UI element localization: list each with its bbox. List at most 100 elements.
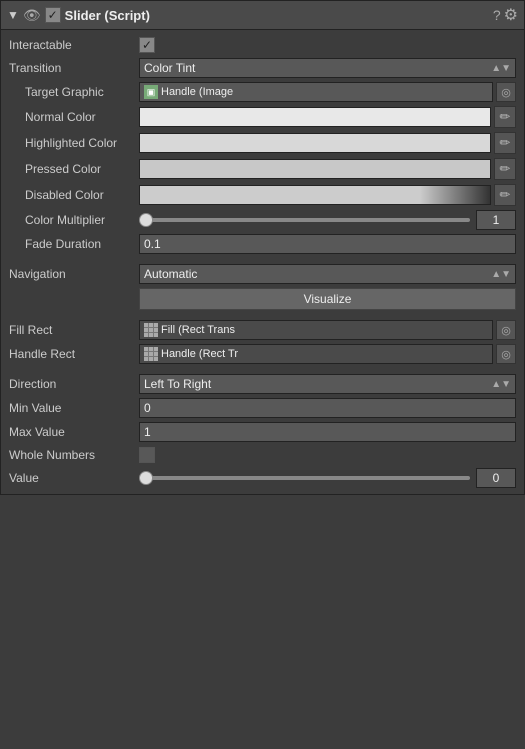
highlighted-color-field[interactable] <box>139 133 491 153</box>
direction-arrow: ▲▼ <box>491 379 511 390</box>
target-graphic-row: Target Graphic ▣ Handle (Image ◎ <box>1 80 524 104</box>
normal-color-field[interactable] <box>139 107 491 127</box>
header-icons: ? ⚙ <box>493 5 518 25</box>
transition-arrow: ▲▼ <box>491 63 511 74</box>
transition-dropdown[interactable]: Color Tint ▲▼ <box>139 58 516 78</box>
gear-icon[interactable]: ⚙ <box>504 5 518 25</box>
color-multiplier-slider-row <box>139 210 516 230</box>
min-value-control <box>139 398 516 418</box>
pressed-color-field[interactable] <box>139 159 491 179</box>
navigation-dropdown[interactable]: Automatic ▲▼ <box>139 264 516 284</box>
navigation-label: Navigation <box>9 267 139 281</box>
whole-numbers-control <box>139 447 516 463</box>
target-graphic-target-btn[interactable]: ◎ <box>496 82 516 102</box>
transition-control: Color Tint ▲▼ <box>139 58 516 78</box>
target-graphic-label: Target Graphic <box>25 85 139 99</box>
highlighted-color-label: Highlighted Color <box>25 136 139 150</box>
interactable-checkbox[interactable]: ✓ <box>139 37 155 53</box>
direction-control: Left To Right ▲▼ <box>139 374 516 394</box>
fill-rect-label: Fill Rect <box>9 323 139 337</box>
color-multiplier-label: Color Multiplier <box>25 213 139 227</box>
panel-header: ▼ 👁 ✓ Slider (Script) ? ⚙ <box>1 1 524 30</box>
handle-rect-control: Handle (Rect Tr ◎ <box>139 344 516 364</box>
navigation-row: Navigation Automatic ▲▼ <box>1 262 524 286</box>
value-row: Value <box>1 466 524 490</box>
value-input[interactable] <box>476 468 516 488</box>
target-graphic-value: Handle (Image <box>161 86 233 98</box>
navigation-value: Automatic <box>144 267 197 281</box>
target-graphic-field[interactable]: ▣ Handle (Image <box>139 82 493 102</box>
value-track[interactable] <box>139 476 470 480</box>
eye-icon[interactable]: 👁 <box>23 7 41 24</box>
transition-value: Color Tint <box>144 61 195 75</box>
min-value-row: Min Value <box>1 396 524 420</box>
visualize-control: Visualize <box>139 288 516 310</box>
direction-label: Direction <box>9 377 139 391</box>
disabled-color-pencil[interactable]: ✏ <box>494 184 516 206</box>
disabled-color-row: Disabled Color ✏ <box>1 182 524 208</box>
normal-color-control: ✏ <box>139 106 516 128</box>
help-icon[interactable]: ? <box>493 7 501 23</box>
pressed-color-label: Pressed Color <box>25 162 139 176</box>
fade-duration-input[interactable] <box>139 234 516 254</box>
whole-numbers-row: Whole Numbers <box>1 444 524 466</box>
pressed-color-pencil[interactable]: ✏ <box>494 158 516 180</box>
interactable-control: ✓ <box>139 37 516 53</box>
target-graphic-control: ▣ Handle (Image ◎ <box>139 82 516 102</box>
fill-rect-control: Fill (Rect Trans ◎ <box>139 320 516 340</box>
highlighted-color-pencil[interactable]: ✏ <box>494 132 516 154</box>
panel-body: Interactable ✓ Transition Color Tint ▲▼ … <box>1 30 524 494</box>
value-control <box>139 468 516 488</box>
fade-duration-label: Fade Duration <box>25 237 139 251</box>
pressed-color-row: Pressed Color ✏ <box>1 156 524 182</box>
min-value-label: Min Value <box>9 401 139 415</box>
handle-rect-label: Handle Rect <box>9 347 139 361</box>
handle-rect-field[interactable]: Handle (Rect Tr <box>139 344 493 364</box>
value-label: Value <box>9 471 139 485</box>
color-multiplier-thumb[interactable] <box>139 213 153 227</box>
transition-label: Transition <box>9 61 139 75</box>
disabled-color-label: Disabled Color <box>25 188 139 202</box>
highlighted-color-control: ✏ <box>139 132 516 154</box>
color-multiplier-row: Color Multiplier <box>1 208 524 232</box>
normal-color-row: Normal Color ✏ <box>1 104 524 130</box>
color-multiplier-track[interactable] <box>139 218 470 222</box>
normal-color-label: Normal Color <box>25 110 139 124</box>
max-value-row: Max Value <box>1 420 524 444</box>
navigation-control: Automatic ▲▼ <box>139 264 516 284</box>
active-checkbox[interactable]: ✓ <box>45 7 61 23</box>
fill-rect-row: Fill Rect Fill (Rect Trans ◎ <box>1 318 524 342</box>
color-multiplier-input[interactable] <box>476 210 516 230</box>
disabled-color-field[interactable] <box>139 185 491 205</box>
handle-rect-value: Handle (Rect Tr <box>161 348 238 360</box>
direction-dropdown[interactable]: Left To Right ▲▼ <box>139 374 516 394</box>
handle-rect-target-btn[interactable]: ◎ <box>496 344 516 364</box>
direction-value: Left To Right <box>144 377 211 391</box>
panel-title: Slider (Script) <box>65 8 489 23</box>
fill-rect-field[interactable]: Fill (Rect Trans <box>139 320 493 340</box>
target-graphic-icon: ▣ <box>144 85 158 99</box>
normal-color-pencil[interactable]: ✏ <box>494 106 516 128</box>
max-value-label: Max Value <box>9 425 139 439</box>
slider-script-panel: ▼ 👁 ✓ Slider (Script) ? ⚙ Interactable ✓… <box>0 0 525 495</box>
handle-rect-grid-icon <box>144 347 158 361</box>
min-value-input[interactable] <box>139 398 516 418</box>
expand-icon[interactable]: ▼ <box>7 8 19 22</box>
fill-rect-icon <box>144 323 158 337</box>
max-value-input[interactable] <box>139 422 516 442</box>
direction-row: Direction Left To Right ▲▼ <box>1 372 524 396</box>
value-thumb[interactable] <box>139 471 153 485</box>
visualize-button[interactable]: Visualize <box>139 288 516 310</box>
fill-rect-target-btn[interactable]: ◎ <box>496 320 516 340</box>
fill-rect-value: Fill (Rect Trans <box>161 324 235 336</box>
whole-numbers-label: Whole Numbers <box>9 448 139 462</box>
handle-rect-row: Handle Rect Handle (Rect Tr ◎ <box>1 342 524 366</box>
max-value-control <box>139 422 516 442</box>
interactable-label: Interactable <box>9 38 139 52</box>
visualize-row: Visualize <box>1 286 524 312</box>
fade-duration-control <box>139 234 516 254</box>
pressed-color-control: ✏ <box>139 158 516 180</box>
fade-duration-row: Fade Duration <box>1 232 524 256</box>
disabled-color-control: ✏ <box>139 184 516 206</box>
whole-numbers-checkbox[interactable] <box>139 447 155 463</box>
